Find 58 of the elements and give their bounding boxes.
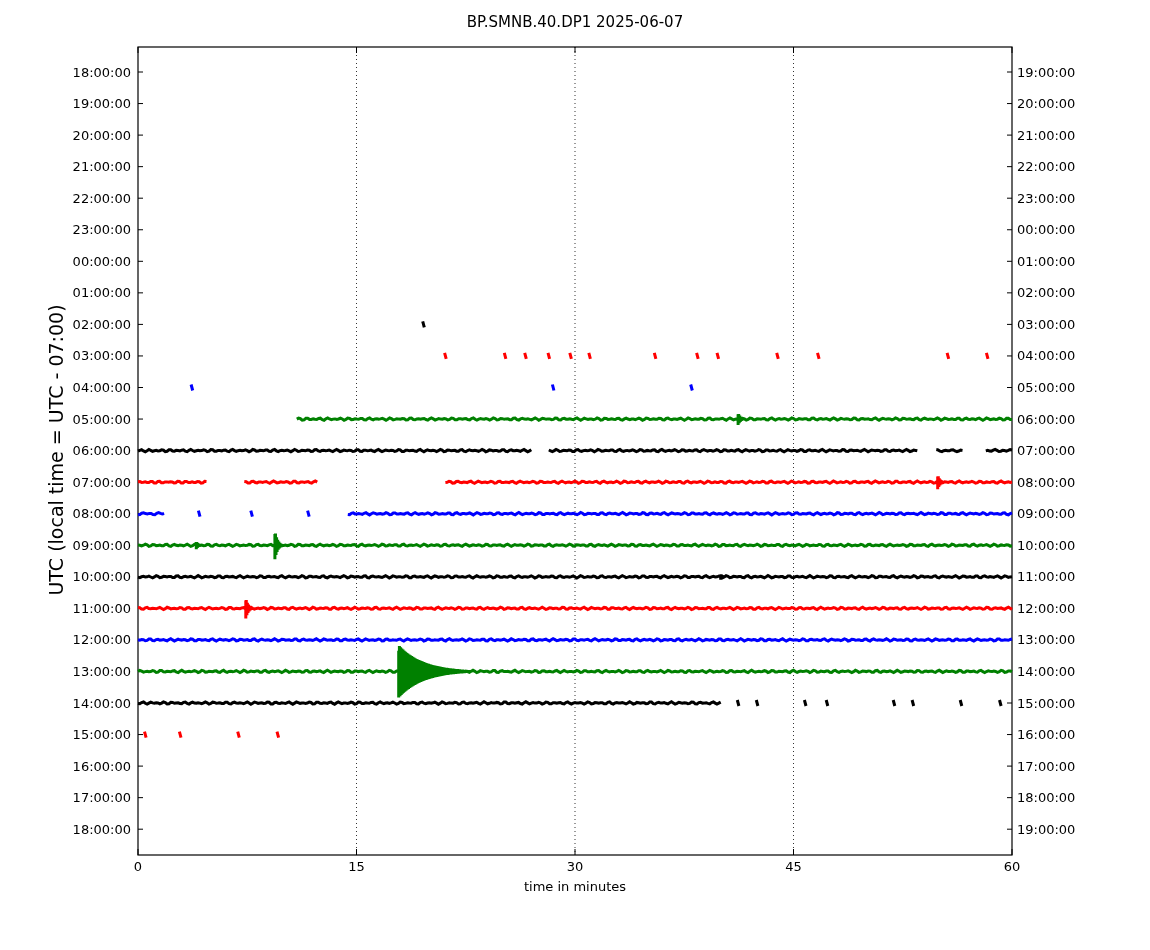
- utc-time-label: 16:00:00: [72, 758, 131, 774]
- local-time-label: 12:00:00: [1017, 600, 1076, 616]
- utc-time-label: 07:00:00: [72, 474, 131, 490]
- x-tick-label: 0: [133, 859, 143, 874]
- utc-time-label: 02:00:00: [72, 316, 131, 332]
- local-time-label: 05:00:00: [1017, 380, 1076, 395]
- utc-time-label: 03:00:00: [72, 348, 131, 364]
- utc-time-label: 09:00:00: [72, 537, 131, 553]
- x-tick-label: 15: [348, 859, 365, 874]
- local-time-label: 11:00:00: [1017, 569, 1076, 585]
- local-time-label: 10:00:00: [1017, 537, 1076, 553]
- utc-time-label: 23:00:00: [72, 222, 131, 238]
- local-time-label: 04:00:00: [1017, 348, 1076, 364]
- utc-time-label: 17:00:00: [72, 790, 131, 806]
- utc-time-label: 22:00:00: [72, 190, 131, 206]
- chart-title: BP.SMNB.40.DP1 2025-06-07: [466, 13, 684, 31]
- utc-time-label: 21:00:00: [72, 159, 131, 175]
- local-time-label: 19:00:00: [1017, 64, 1076, 80]
- utc-time-label: 06:00:00: [72, 443, 131, 459]
- local-time-label: 03:00:00: [1017, 316, 1076, 332]
- utc-time-label: 10:00:00: [72, 569, 131, 585]
- x-tick-label: 60: [1003, 859, 1021, 874]
- local-time-label: 09:00:00: [1017, 506, 1076, 522]
- utc-time-label: 18:00:00: [72, 64, 131, 80]
- utc-time-label: 20:00:00: [72, 127, 131, 143]
- local-time-label: 17:00:00: [1017, 758, 1076, 774]
- local-time-label: 22:00:00: [1017, 159, 1076, 175]
- x-tick-label: 45: [785, 859, 802, 874]
- local-time-label: 00:00:00: [1017, 222, 1076, 238]
- local-time-label: 15:00:00: [1017, 695, 1076, 711]
- local-time-label: 19:00:00: [1017, 821, 1076, 837]
- local-time-label: 07:00:00: [1017, 443, 1076, 459]
- y-axis-label: UTC (local time = UTC - 07:00): [45, 304, 67, 596]
- utc-time-label: 15:00:00: [72, 727, 131, 743]
- utc-time-label: 19:00:00: [72, 96, 131, 112]
- local-time-label: 01:00:00: [1017, 253, 1076, 269]
- local-time-label: 23:00:00: [1017, 190, 1076, 206]
- local-time-label: 06:00:00: [1017, 411, 1076, 427]
- utc-time-label: 11:00:00: [72, 600, 131, 616]
- utc-time-label: 00:00:00: [72, 253, 131, 269]
- utc-time-label: 08:00:00: [72, 506, 131, 522]
- local-time-label: 08:00:00: [1017, 474, 1076, 490]
- local-time-label: 18:00:00: [1017, 790, 1076, 806]
- local-time-label: 20:00:00: [1017, 96, 1076, 112]
- local-time-label: 16:00:00: [1017, 727, 1076, 743]
- utc-time-label: 01:00:00: [72, 285, 131, 301]
- utc-time-label: 05:00:00: [72, 411, 131, 427]
- local-time-label: 21:00:00: [1017, 127, 1076, 143]
- local-time-label: 13:00:00: [1017, 632, 1076, 648]
- utc-time-label: 13:00:00: [72, 663, 131, 679]
- local-time-label: 02:00:00: [1017, 285, 1076, 301]
- x-tick-label: 30: [566, 859, 584, 874]
- x-axis-label: time in minutes: [523, 879, 627, 894]
- local-time-label: 14:00:00: [1017, 663, 1076, 679]
- utc-time-label: 18:00:00: [72, 821, 131, 837]
- utc-time-label: 12:00:00: [72, 632, 131, 648]
- utc-time-label: 04:00:00: [72, 380, 131, 395]
- utc-time-label: 14:00:00: [72, 695, 131, 711]
